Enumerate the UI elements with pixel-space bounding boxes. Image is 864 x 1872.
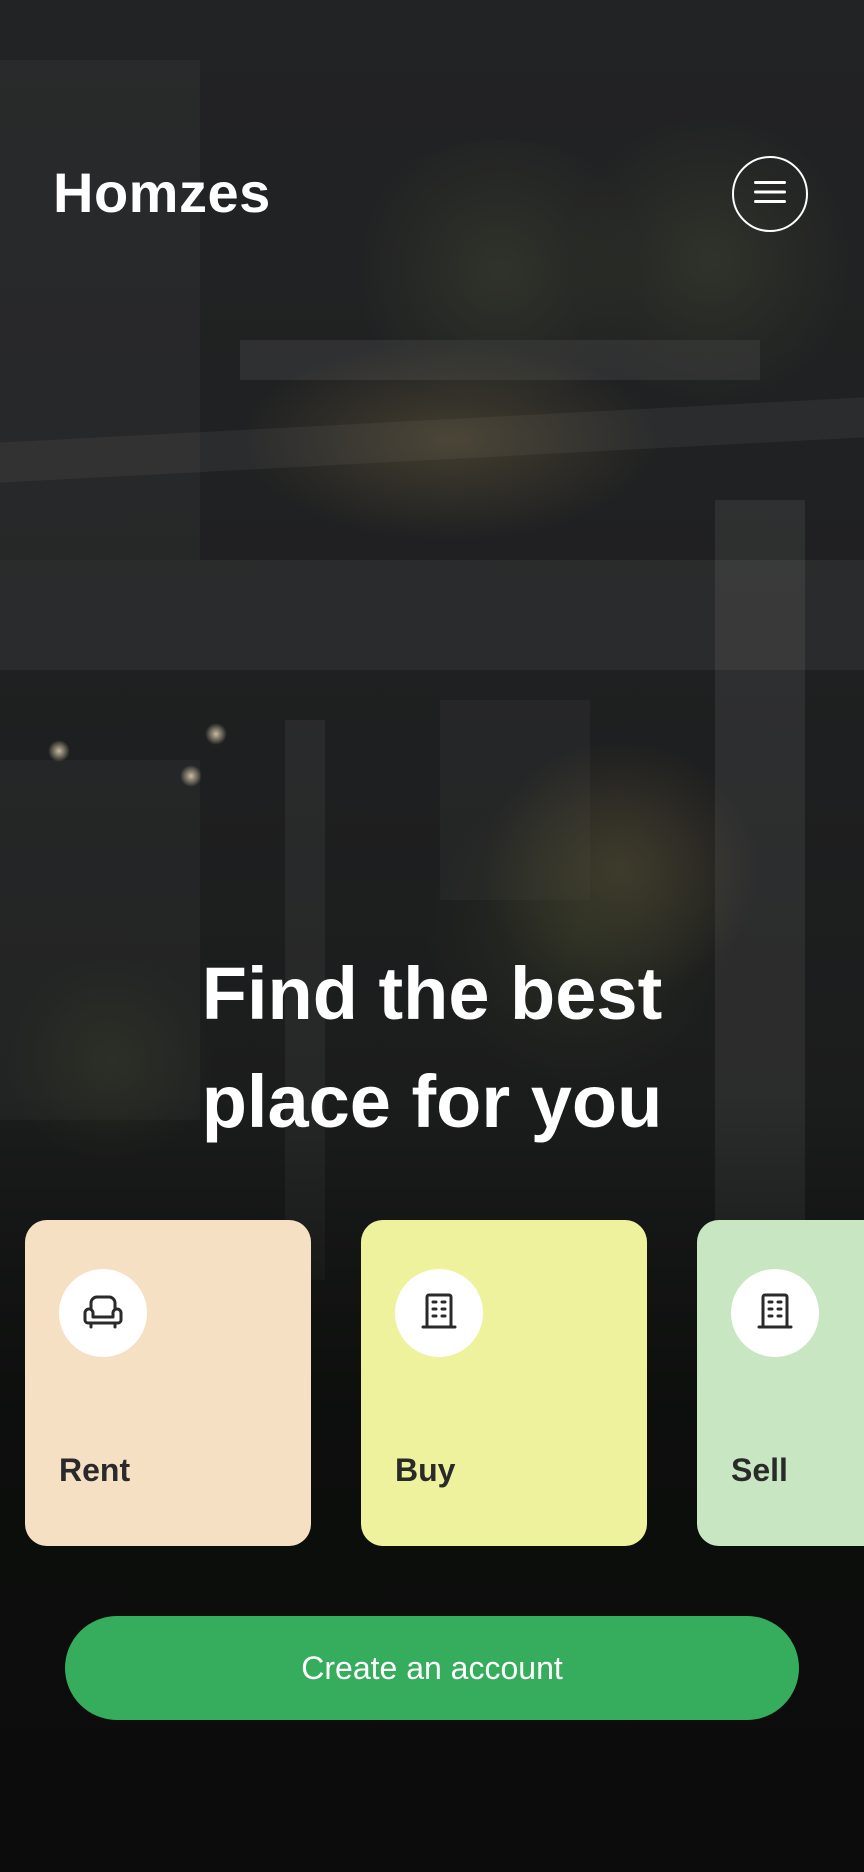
- sell-card-label: Sell: [731, 1452, 788, 1488]
- menu-button[interactable]: [732, 156, 808, 232]
- buy-card[interactable]: Buy: [361, 1220, 647, 1546]
- sell-icon-circle: [731, 1269, 819, 1357]
- armchair-icon: [81, 1289, 125, 1338]
- hamburger-menu-icon: [753, 179, 787, 210]
- hero-headline-line-2: place for you: [201, 1060, 663, 1143]
- rent-card-label: Rent: [59, 1452, 131, 1488]
- hero-headline-line-1: Find the best: [201, 952, 663, 1035]
- building-icon: [417, 1289, 461, 1338]
- app-brand-logo: Homzes: [53, 161, 271, 224]
- buy-icon-circle: [395, 1269, 483, 1357]
- building-icon: [753, 1289, 797, 1338]
- background-house-image: [0, 0, 864, 1872]
- rent-icon-circle: [59, 1269, 147, 1357]
- create-account-button[interactable]: Create an account: [65, 1616, 799, 1720]
- hero-headline: Find the best place for you: [0, 940, 864, 1156]
- rent-card[interactable]: Rent: [25, 1220, 311, 1546]
- buy-card-label: Buy: [395, 1452, 456, 1488]
- welcome-screen: Homzes Find the best place for you Rent …: [0, 0, 864, 1872]
- sell-card[interactable]: Sell: [697, 1220, 864, 1546]
